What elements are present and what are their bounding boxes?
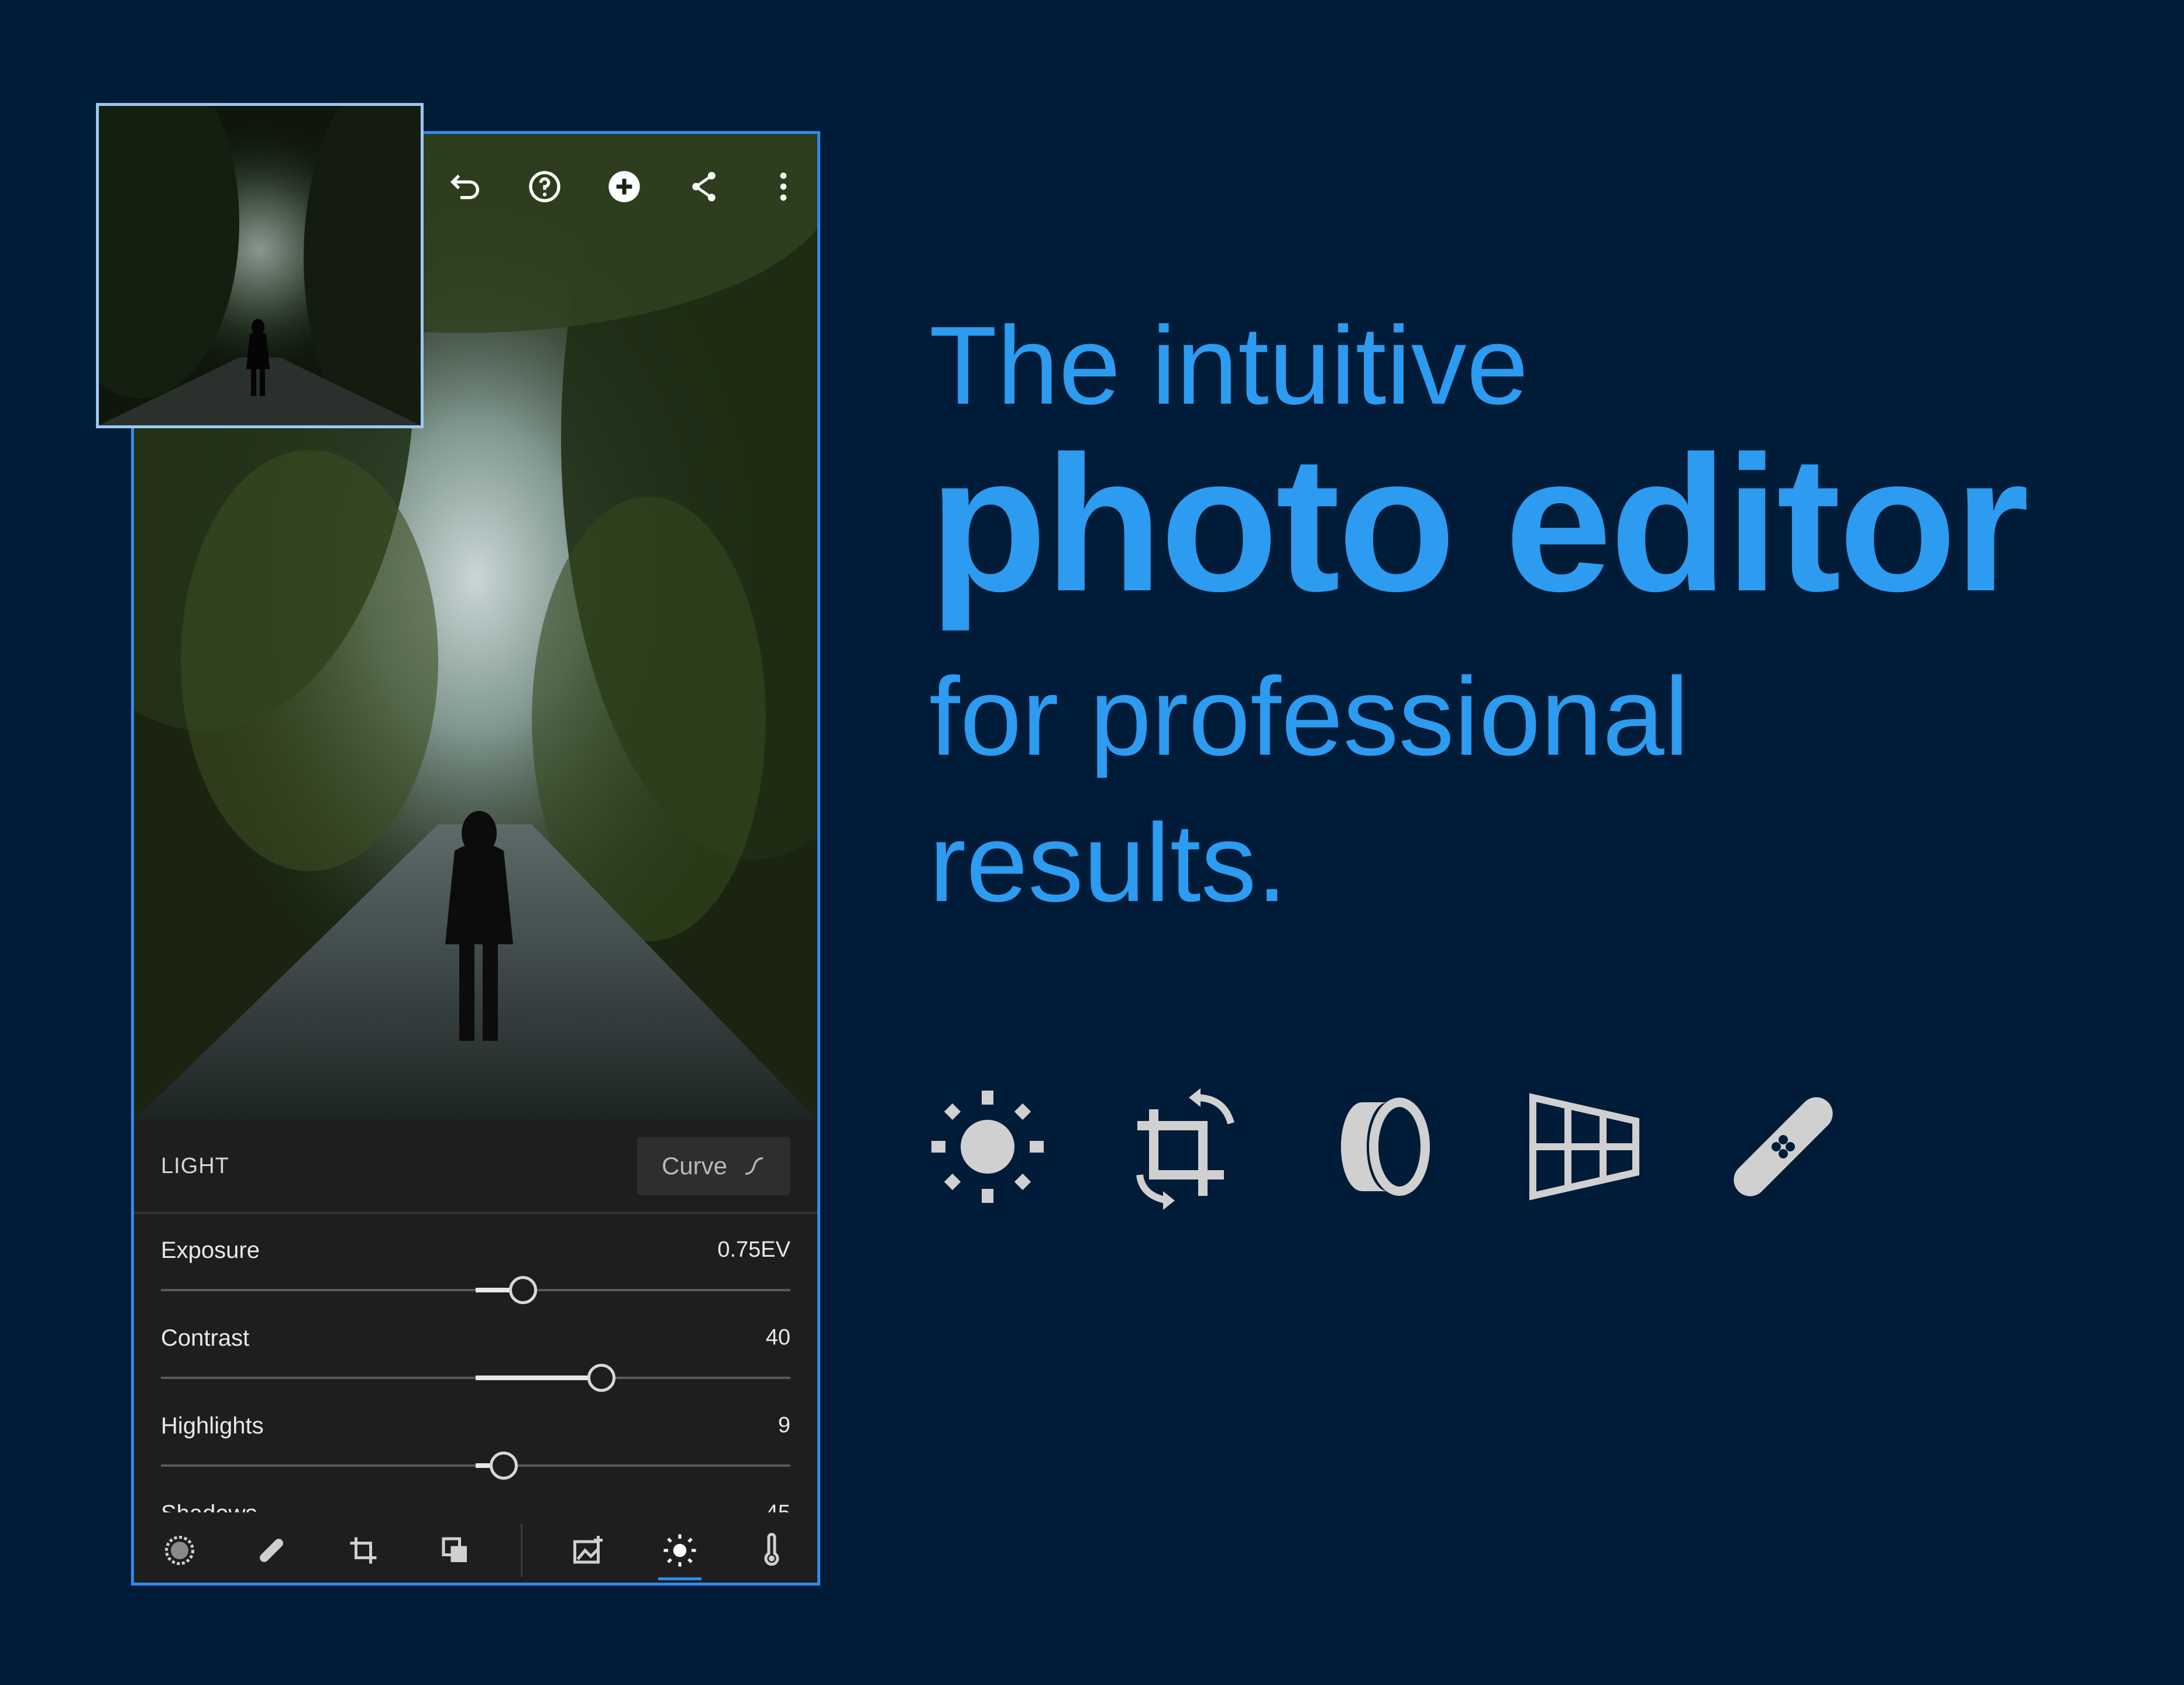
share-icon [692,171,716,202]
edit-in-icon [573,1536,603,1564]
healing-tool[interactable] [245,1524,298,1577]
headline-line-2: photo editor [929,415,2030,631]
crop-icon [350,1537,377,1564]
healing-icon [260,1539,284,1562]
undo-button[interactable] [437,159,493,215]
light-feature-icon [929,1082,1046,1211]
section-label: LIGHT [161,1153,229,1178]
color-temp-icon [764,1533,779,1566]
feature-icons [929,1082,1842,1211]
crop-tool[interactable] [337,1524,390,1577]
panel-header: LIGHT Curve [134,1120,817,1214]
contrast-slider-row: Contrast 40 [161,1325,790,1413]
toolbar-divider [520,1524,522,1577]
undo-icon [450,174,479,200]
contrast-knob[interactable] [587,1364,616,1392]
before-thumbnail[interactable] [96,103,424,428]
top-toolbar [437,159,811,215]
exposure-slider-row: Exposure 0.75EV [161,1237,790,1325]
headline-line-1: The intuitive [929,304,1529,428]
crop-rotate-feature-icon [1128,1082,1245,1211]
versions-tool[interactable] [429,1524,481,1577]
help-button[interactable] [517,159,573,215]
geometry-feature-icon [1526,1082,1643,1211]
presets-tool[interactable] [153,1524,206,1577]
curve-label: Curve [661,1152,728,1180]
headline-line-3: for professional [929,655,1690,779]
color-temp-tool[interactable] [745,1524,798,1577]
exposure-label: Exposure [161,1237,260,1263]
more-button[interactable] [755,159,811,215]
exposure-knob[interactable] [508,1276,537,1304]
contrast-value: 40 [765,1325,790,1350]
add-button[interactable] [596,159,652,215]
highlights-value: 9 [778,1413,790,1438]
highlights-slider-row: Highlights 9 [161,1413,790,1501]
contrast-label: Contrast [161,1325,250,1351]
add-icon [608,171,640,202]
edit-in-tool[interactable] [562,1524,614,1577]
presets-icon [165,1536,195,1565]
more-icon [780,173,787,201]
share-button[interactable] [676,159,732,215]
highlights-knob[interactable] [490,1452,518,1480]
light-tool[interactable] [654,1524,706,1580]
headline-line-4: results. [929,801,1288,925]
curve-button[interactable]: Curve [637,1137,790,1195]
light-panel: LIGHT Curve Exposure 0.75EV Contrast 40 … [134,1120,817,1583]
light-icon [663,1534,696,1567]
highlights-label: Highlights [161,1413,264,1439]
healing-feature-icon [1725,1082,1842,1211]
exposure-value: 0.75EV [717,1237,790,1262]
help-icon [529,171,560,202]
bottom-toolbar [134,1512,817,1583]
versions-icon [442,1537,467,1562]
curve-icon [745,1157,763,1175]
optics-feature-icon [1327,1082,1444,1211]
contrast-fill [476,1375,602,1380]
